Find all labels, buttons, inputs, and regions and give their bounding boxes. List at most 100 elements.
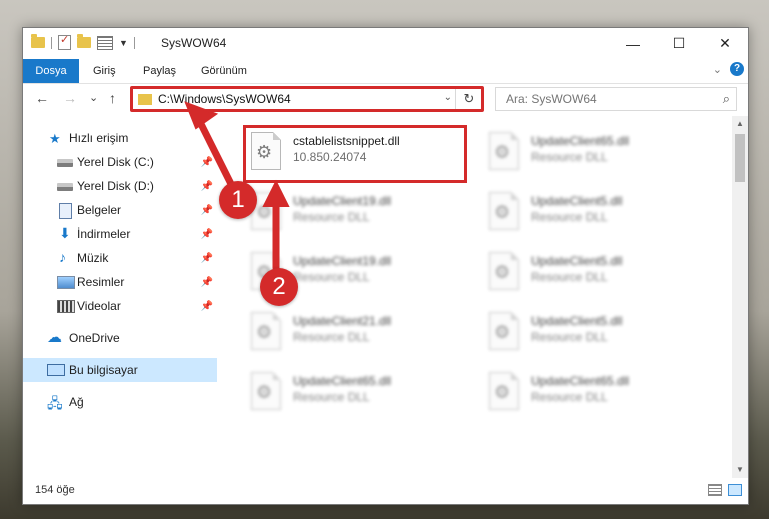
help-icon[interactable]: ? (730, 62, 744, 76)
videos-icon (57, 300, 75, 313)
file-item[interactable]: ⚙ UpdateClient19.dll Resource DLL (245, 186, 465, 240)
file-name: UpdateClient65.dll (531, 374, 630, 388)
tab-home[interactable]: Giriş (93, 59, 116, 83)
pin-icon[interactable]: 📌 (201, 253, 213, 264)
file-item[interactable]: ⚙ UpdateClient5.dll Resource DLL (483, 246, 703, 300)
sidebar-item-local-disk-d[interactable]: Yerel Disk (D:) 📌 (23, 174, 217, 198)
dll-file-icon: ⚙ (489, 132, 519, 170)
sidebar-item-videos[interactable]: Videolar 📌 (23, 294, 217, 318)
pin-icon[interactable]: 📌 (201, 181, 213, 192)
computer-icon (47, 364, 65, 376)
tab-share[interactable]: Paylaş (143, 59, 176, 83)
back-button[interactable]: ← (35, 90, 49, 106)
dll-file-icon: ⚙ (489, 372, 519, 410)
file-item[interactable]: ⚙ UpdateClient5.dll Resource DLL (483, 306, 703, 360)
chevron-down-icon[interactable]: ⌄ (444, 92, 452, 103)
toolbar-divider (51, 36, 52, 49)
sidebar-item-onedrive[interactable]: ☁ OneDrive (23, 326, 217, 350)
sidebar-item-local-disk-c[interactable]: Yerel Disk (C:) 📌 (23, 150, 217, 174)
scroll-up-icon[interactable]: ▲ (732, 116, 748, 132)
details-view-button[interactable] (708, 484, 722, 496)
gear-icon: ⚙ (494, 142, 511, 162)
star-icon: ★ (49, 131, 61, 146)
sidebar-item-label: Videolar (77, 299, 121, 313)
vertical-scrollbar[interactable]: ▲ ▼ (732, 116, 748, 478)
sidebar-item-this-pc[interactable]: Bu bilgisayar (23, 358, 217, 382)
sidebar-item-label: Resimler (77, 275, 125, 289)
file-version: 10.850.24074 (293, 150, 367, 164)
file-item[interactable]: ⚙ UpdateClient65.dll Resource DLL (245, 366, 465, 420)
file-item[interactable]: ⚙ UpdateClient21.dll Resource DLL (245, 306, 465, 360)
recent-locations-button[interactable]: ⌄ (89, 91, 98, 104)
address-bar[interactable]: C:\Windows\SysWOW64 ⌄ ↻ (131, 87, 483, 111)
file-description: Resource DLL (531, 150, 608, 164)
tab-file[interactable]: Dosya (23, 59, 79, 83)
file-name: UpdateClient19.dll (293, 254, 392, 268)
dll-file-icon: ⚙ (251, 312, 281, 350)
sidebar-item-quick-access[interactable]: ★ Hızlı erişim (23, 126, 217, 150)
view-icon[interactable] (97, 35, 113, 50)
pin-icon[interactable]: 📌 (201, 157, 213, 168)
network-icon: 🖧 (47, 395, 63, 411)
pin-icon[interactable]: 📌 (201, 205, 213, 216)
dll-file-icon: ⚙ (489, 252, 519, 290)
gear-icon: ⚙ (494, 202, 511, 222)
file-item-cstablelistsnippet[interactable]: ⚙ cstablelistsnippet.dll 10.850.24074 (245, 126, 465, 180)
expand-ribbon-icon[interactable]: ⌄ (713, 63, 722, 76)
search-box[interactable]: ⌕ (495, 87, 737, 111)
sidebar-item-documents[interactable]: Belgeler 📌 (23, 198, 217, 222)
address-path[interactable]: C:\Windows\SysWOW64 (158, 92, 291, 106)
forward-button[interactable]: → (63, 90, 77, 106)
maximize-button[interactable]: ☐ (656, 28, 702, 59)
file-item[interactable]: ⚙ UpdateClient65.dll Resource DLL (483, 366, 703, 420)
disk-icon (57, 159, 73, 167)
file-description: Resource DLL (293, 210, 370, 224)
file-name: UpdateClient21.dll (293, 314, 392, 328)
file-name: UpdateClient65.dll (531, 134, 630, 148)
gear-icon: ⚙ (494, 322, 511, 342)
disk-icon (57, 183, 73, 191)
folder-icon (138, 94, 152, 105)
gear-icon: ⚙ (256, 142, 273, 162)
scroll-down-icon[interactable]: ▼ (732, 462, 748, 478)
file-name: UpdateClient19.dll (293, 194, 392, 208)
file-description: Resource DLL (293, 270, 370, 284)
new-folder-icon[interactable] (77, 34, 91, 48)
properties-icon[interactable] (58, 33, 71, 50)
gear-icon: ⚙ (256, 382, 273, 402)
sidebar-item-label: Yerel Disk (D:) (77, 179, 154, 193)
sidebar-item-downloads[interactable]: ⬇ İndirmeler 📌 (23, 222, 217, 246)
search-input[interactable] (504, 91, 708, 107)
close-button[interactable]: ✕ (702, 28, 748, 59)
sidebar-item-music[interactable]: ♪ Müzik 📌 (23, 246, 217, 270)
up-button[interactable]: ↑ (109, 90, 116, 106)
sidebar-item-label: Ağ (69, 395, 84, 409)
file-description: Resource DLL (531, 390, 608, 404)
dll-file-icon: ⚙ (489, 312, 519, 350)
file-item[interactable]: ⚙ UpdateClient65.dll Resource DLL (483, 126, 703, 180)
folder-icon (31, 34, 45, 48)
gear-icon: ⚙ (256, 322, 273, 342)
scrollbar-thumb[interactable] (735, 134, 745, 182)
file-item[interactable]: ⚙ UpdateClient5.dll Resource DLL (483, 186, 703, 240)
file-name: UpdateClient5.dll (531, 194, 623, 208)
file-name: cstablelistsnippet.dll (293, 134, 400, 148)
tab-view[interactable]: Görünüm (201, 59, 247, 83)
customize-toolbar-icon[interactable]: ▼ (119, 38, 128, 48)
file-name: UpdateClient65.dll (293, 374, 392, 388)
sidebar-item-pictures[interactable]: Resimler 📌 (23, 270, 217, 294)
pin-icon[interactable]: 📌 (201, 277, 213, 288)
pin-icon[interactable]: 📌 (201, 229, 213, 240)
file-description: Resource DLL (293, 390, 370, 404)
file-name: UpdateClient5.dll (531, 254, 623, 268)
pin-icon[interactable]: 📌 (201, 301, 213, 312)
large-icons-view-button[interactable] (728, 484, 742, 496)
refresh-button[interactable]: ↻ (455, 88, 482, 110)
sidebar-item-network[interactable]: 🖧 Ağ (23, 390, 217, 414)
search-icon[interactable]: ⌕ (723, 91, 730, 107)
explorer-window: ▼ SysWOW64 — ☐ ✕ Dosya Giriş Paylaş Görü… (22, 27, 749, 505)
file-description: Resource DLL (531, 210, 608, 224)
sidebar-item-label: Hızlı erişim (69, 131, 129, 145)
minimize-button[interactable]: — (610, 28, 656, 59)
file-description: Resource DLL (293, 330, 370, 344)
